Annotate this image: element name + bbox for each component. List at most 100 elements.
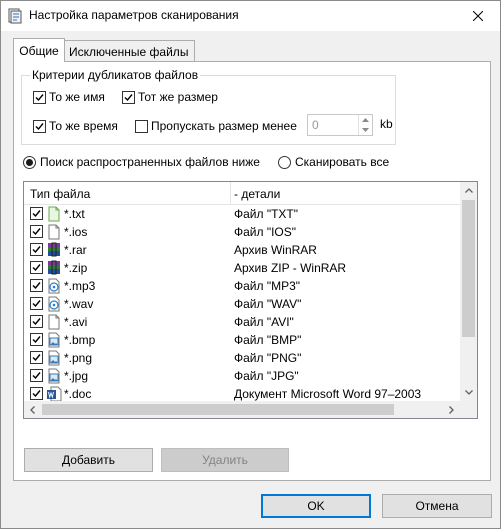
column-divider[interactable] — [230, 182, 231, 204]
file-extension: *.avi — [64, 315, 88, 329]
row-checkbox[interactable] — [30, 243, 43, 256]
list-item[interactable]: *.png Файл "PNG" — [24, 349, 460, 367]
skip-size-checkbox[interactable]: Пропускать размер менее — [135, 119, 297, 133]
scrollbar-corner — [460, 401, 477, 418]
same-name-label: То же имя — [49, 90, 105, 104]
horizontal-scrollbar[interactable] — [24, 401, 460, 418]
file-details: Файл "TXT" — [234, 207, 299, 221]
list-item[interactable]: *.jpg Файл "JPG" — [24, 367, 460, 385]
audio-file-icon — [46, 278, 62, 294]
checkmark-icon — [32, 246, 41, 254]
file-details: Файл "AVI" — [234, 315, 294, 329]
file-details: Файл "WAV" — [234, 297, 302, 311]
ok-button[interactable]: OK — [261, 494, 371, 518]
file-extension: *.png — [64, 351, 93, 365]
checkmark-icon — [32, 336, 41, 344]
scan-all-radio[interactable]: Сканировать все — [278, 155, 389, 169]
remove-button[interactable]: Удалить — [161, 448, 289, 472]
list-item[interactable]: *.avi Файл "AVI" — [24, 313, 460, 331]
scroll-left-button[interactable] — [24, 401, 41, 418]
row-checkbox[interactable] — [30, 207, 43, 220]
checkmark-icon — [32, 264, 41, 272]
list-item[interactable]: *.ios Файл "IOS" — [24, 223, 460, 241]
scan-settings-dialog: Настройка параметров сканирования Общие … — [0, 0, 501, 529]
file-details: Файл "MP3" — [234, 279, 301, 293]
same-time-label: То же время — [49, 119, 118, 133]
list-item[interactable]: *.txt Файл "TXT" — [24, 205, 460, 223]
file-extension: *.jpg — [64, 369, 89, 383]
row-checkbox[interactable] — [30, 315, 43, 328]
checkmark-icon — [32, 300, 41, 308]
file-details: Файл "PNG" — [234, 351, 302, 365]
list-item[interactable]: *.bmp Файл "BMP" — [24, 331, 460, 349]
horizontal-scroll-thumb[interactable] — [42, 404, 394, 415]
cancel-button[interactable]: Отмена — [382, 494, 492, 518]
winrar-archive-icon — [46, 242, 62, 258]
spin-buttons — [358, 115, 372, 135]
spin-up-button[interactable] — [359, 115, 372, 125]
checkmark-icon — [35, 93, 44, 101]
spin-down-icon — [362, 128, 369, 132]
list-item[interactable]: *.wav Файл "WAV" — [24, 295, 460, 313]
checkmark-icon — [32, 318, 41, 326]
close-button[interactable] — [456, 1, 500, 31]
list-rows: *.txt Файл "TXT" *.ios Файл "IOS" *.rar Архив… — [24, 205, 460, 418]
scan-common-files-radio[interactable]: Поиск распространенных файлов ниже — [23, 155, 260, 169]
column-header-details[interactable]: - детали — [234, 187, 280, 201]
file-extension: *.rar — [64, 243, 87, 257]
list-item[interactable]: *.mp3 Файл "MP3" — [24, 277, 460, 295]
checkmark-icon — [124, 93, 133, 101]
list-header: Тип файла - детали — [24, 182, 460, 205]
chevron-left-icon — [30, 405, 35, 414]
column-header-file-type[interactable]: Тип файла — [30, 187, 90, 201]
vertical-scroll-thumb[interactable] — [462, 200, 475, 337]
scroll-right-button[interactable] — [443, 401, 460, 418]
spin-down-button[interactable] — [359, 125, 372, 135]
row-checkbox[interactable] — [30, 387, 43, 400]
checkmark-icon — [32, 372, 41, 380]
checkmark-icon — [32, 354, 41, 362]
text-file-icon — [46, 206, 62, 222]
list-item[interactable]: *.zip Архив ZIP - WinRAR — [24, 259, 460, 277]
same-name-checkbox[interactable]: То же имя — [33, 90, 105, 104]
same-time-checkbox[interactable]: То же время — [33, 119, 118, 133]
row-checkbox[interactable] — [30, 279, 43, 292]
duplicate-criteria-legend: Критерии дубликатов файлов — [32, 68, 199, 82]
vertical-scrollbar[interactable] — [460, 182, 477, 401]
tab-general[interactable]: Общие — [13, 38, 65, 62]
add-button[interactable]: Добавить — [24, 448, 153, 472]
checkmark-icon — [32, 228, 41, 236]
row-checkbox[interactable] — [30, 351, 43, 364]
row-checkbox[interactable] — [30, 369, 43, 382]
checkmark-icon — [32, 210, 41, 218]
row-checkbox[interactable] — [30, 297, 43, 310]
same-size-checkbox[interactable]: Тот же размер — [122, 90, 218, 104]
tab-excluded-files[interactable]: Исключенные файлы — [65, 40, 195, 62]
blank-file-icon — [46, 224, 62, 240]
file-details: Архив WinRAR — [234, 243, 317, 257]
file-extension: *.zip — [64, 261, 88, 275]
row-checkbox[interactable] — [30, 333, 43, 346]
skip-size-spinbox[interactable]: 0 — [307, 114, 373, 136]
checkbox-box — [122, 90, 135, 104]
scan-all-label: Сканировать все — [295, 155, 390, 169]
image-file-icon — [46, 332, 62, 348]
checkmark-icon — [32, 282, 41, 290]
file-types-list[interactable]: Тип файла - детали *.txt Файл "TXT" *.ios Ф… — [23, 181, 478, 419]
row-checkbox[interactable] — [30, 225, 43, 238]
window-title: Настройка параметров сканирования — [29, 8, 239, 22]
scroll-up-button[interactable] — [460, 182, 477, 199]
same-size-label: Тот же размер — [138, 90, 218, 104]
checkbox-box — [33, 119, 46, 133]
winrar-archive-icon — [46, 260, 62, 276]
file-details: Файл "JPG" — [234, 369, 299, 383]
checkmark-icon — [32, 390, 41, 398]
radio-circle — [278, 155, 291, 169]
file-details: Файл "IOS" — [234, 225, 297, 239]
spin-up-icon — [362, 118, 369, 122]
row-checkbox[interactable] — [30, 261, 43, 274]
radio-circle — [23, 155, 36, 169]
file-extension: *.mp3 — [64, 279, 96, 293]
scroll-down-button[interactable] — [460, 384, 477, 401]
list-item[interactable]: *.rar Архив WinRAR — [24, 241, 460, 259]
